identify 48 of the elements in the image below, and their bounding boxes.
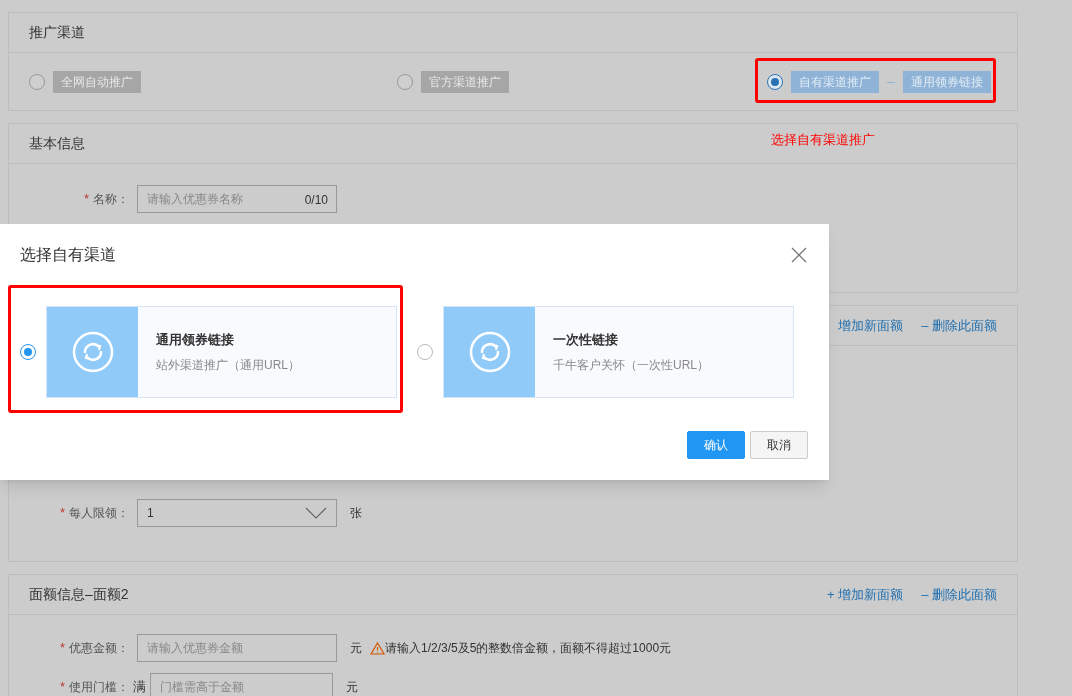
cancel-button[interactable]: 取消 <box>750 431 808 459</box>
select-field[interactable]: 1 <box>137 499 337 527</box>
character-counter: 0/10 <box>304 192 328 209</box>
refresh-icon <box>468 331 511 373</box>
card-title: 一次性链接 <box>553 331 619 350</box>
option-tag[interactable]: 通用领券链接 <box>903 71 991 93</box>
radio-button[interactable] <box>397 74 413 90</box>
required-mark: * <box>59 678 65 696</box>
action-link[interactable]: – 删除此面额 <box>921 584 997 605</box>
required-mark: * <box>83 190 89 209</box>
chevron-down-icon <box>305 507 327 519</box>
section-title: 基本信息 <box>29 134 85 153</box>
unit-text: 元 <box>346 679 358 696</box>
radio-button[interactable] <box>20 344 36 360</box>
warning-icon <box>370 641 385 655</box>
card-subtitle: 站外渠道推广（通用URL） <box>156 356 300 374</box>
option-tag[interactable]: 官方渠道推广 <box>421 71 509 93</box>
radio-button[interactable] <box>29 74 45 90</box>
input-field[interactable]: 门槛需高于金额 <box>150 673 333 696</box>
option-card[interactable]: 通用领券链接 站外渠道推广（通用URL） <box>46 306 397 398</box>
section-title: 面额信息–面额2 <box>29 585 129 604</box>
field-label: 使用门槛： <box>69 679 129 696</box>
option-card[interactable]: 一次性链接 千牛客户关怀（一次性URL） <box>443 306 794 398</box>
modal-title: 选择自有渠道 <box>20 245 117 265</box>
required-mark: * <box>59 504 65 523</box>
confirm-button[interactable]: 确认 <box>687 431 745 459</box>
prefix-text: 满 <box>133 678 146 696</box>
unit-text: 元 <box>350 640 362 657</box>
warning-text: 请输入1/2/3/5及5的整数倍金额，面额不得超过1000元 <box>385 640 672 657</box>
option-tag[interactable]: 全网自动推广 <box>53 71 141 93</box>
action-link[interactable]: + 增加新面额 <box>826 584 904 605</box>
card-title: 通用领券链接 <box>156 331 235 350</box>
action-link[interactable]: 增加新面额 <box>838 315 904 336</box>
field-label: 名称： <box>93 191 129 208</box>
field-label: 每人限领： <box>69 505 129 522</box>
refresh-icon <box>71 331 114 373</box>
field-label: 优惠金额： <box>69 640 129 657</box>
input-field[interactable]: 请输入优惠券金额 <box>137 634 337 662</box>
required-mark: * <box>59 639 65 658</box>
unit-text: 张 <box>350 505 362 522</box>
card-subtitle: 千牛客户关怀（一次性URL） <box>553 356 709 374</box>
radio-button[interactable] <box>767 74 783 90</box>
section-title: 推广渠道 <box>29 23 85 42</box>
action-link[interactable]: – 删除此面额 <box>921 315 997 336</box>
option-tag[interactable]: 自有渠道推广 <box>791 71 879 93</box>
annotation-text: 选择自有渠道推广 <box>771 131 875 149</box>
radio-button[interactable] <box>417 344 433 360</box>
close-icon[interactable] <box>791 247 807 263</box>
